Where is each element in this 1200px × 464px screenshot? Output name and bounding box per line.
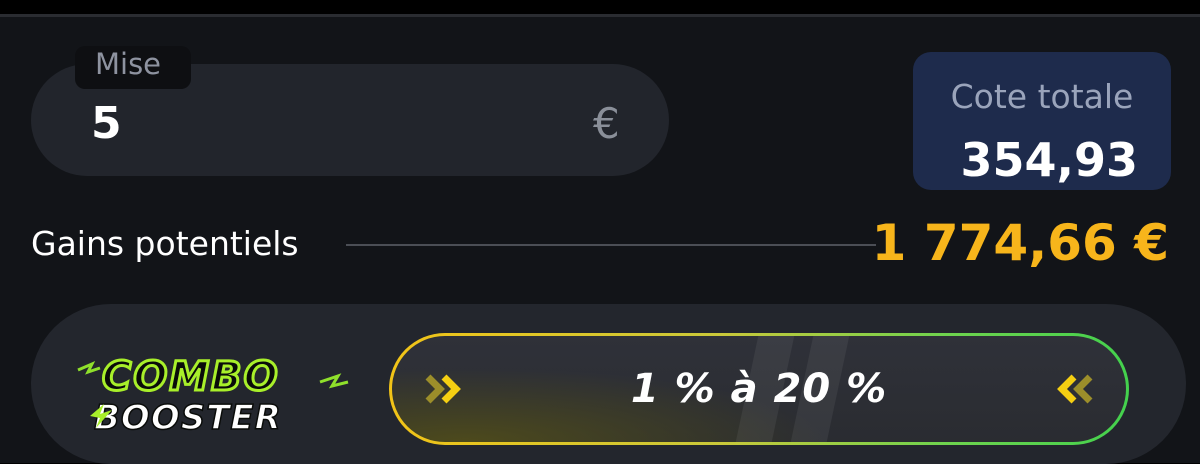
stake-value[interactable]: 5 bbox=[91, 97, 122, 151]
combo-logo-word2: BOOSTER bbox=[94, 398, 282, 438]
combo-logo-word1: COMBO bbox=[102, 354, 280, 400]
chevrons-left-icon bbox=[1057, 374, 1093, 404]
betslip-panel: Mise 5 € Cote totale 354,93 Gains potent… bbox=[0, 14, 1200, 464]
booster-range-text: 1 % à 20 % bbox=[630, 366, 888, 412]
combo-booster-logo: COMBO BOOSTER bbox=[77, 353, 349, 439]
potential-gains-label: Gains potentiels bbox=[31, 224, 299, 263]
potential-gains-value: 1 774,66 € bbox=[871, 214, 1169, 272]
total-odds-box: Cote totale 354,93 bbox=[913, 52, 1171, 190]
booster-range-pill[interactable]: 1 % à 20 % bbox=[389, 333, 1129, 445]
gains-divider bbox=[346, 244, 876, 246]
stake-currency: € bbox=[593, 99, 620, 148]
total-odds-value: 354,93 bbox=[960, 133, 1138, 187]
total-odds-label: Cote totale bbox=[950, 77, 1134, 116]
stake-label: Mise bbox=[95, 47, 162, 81]
